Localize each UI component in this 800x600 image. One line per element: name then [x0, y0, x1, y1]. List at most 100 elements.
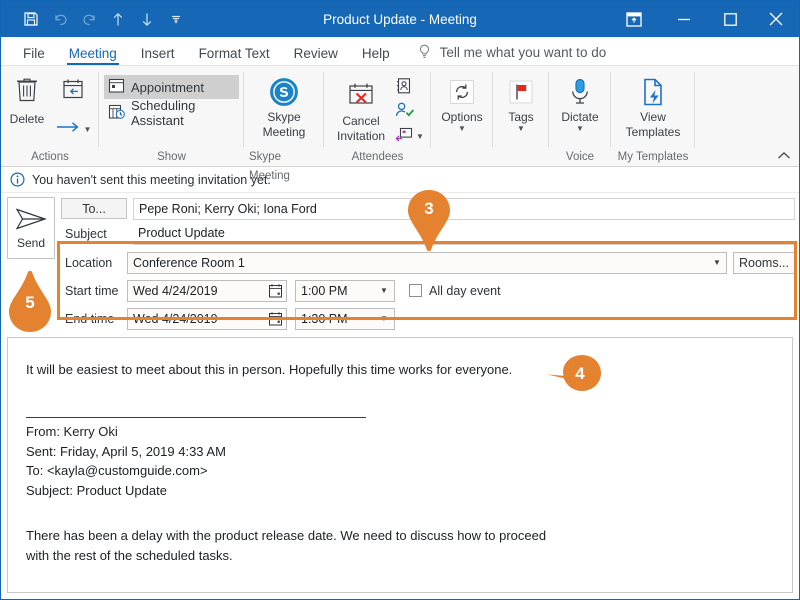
skype-meeting-label-line2: Meeting	[262, 125, 306, 139]
cancel-invitation-icon	[345, 79, 377, 113]
title-bar: Product Update - Meeting	[1, 1, 799, 37]
next-item-icon[interactable]	[134, 6, 160, 32]
check-names-icon	[395, 101, 415, 124]
maximize-icon[interactable]	[707, 1, 753, 37]
start-time-input[interactable]: 1:00 PM ▼	[295, 279, 395, 302]
quoted-to: To: <kayla@customguide.com>	[26, 463, 208, 478]
check-names-button[interactable]	[395, 101, 424, 123]
skype-meeting-button[interactable]: Skype Meeting	[255, 71, 313, 139]
all-day-event-row[interactable]: All day event	[409, 284, 501, 298]
subject-label: Subject	[65, 226, 107, 241]
end-time-label: End time	[65, 311, 115, 326]
calendar-picker-icon[interactable]	[268, 283, 283, 302]
ribbon-group-actions: Delete ▼ Actions	[1, 66, 99, 167]
options-dropdown-icon[interactable]: ▼	[458, 125, 466, 133]
quoted-line-1: There has been a delay with the product …	[26, 528, 547, 543]
delete-button[interactable]: Delete	[4, 75, 50, 126]
location-row: Location Conference Room 1 ▼ Rooms...	[61, 251, 795, 274]
ribbon-group-options: Options ▼	[431, 66, 493, 167]
all-day-event-label: All day event	[429, 283, 501, 298]
message-body[interactable]: It will be easiest to meet about this in…	[7, 337, 793, 593]
outlook-meeting-window: Product Update - Meeting File Meeting In…	[0, 0, 800, 600]
delete-label: Delete	[9, 112, 45, 126]
view-templates-icon	[639, 75, 667, 109]
callout-3: 3	[405, 189, 453, 251]
redo-icon[interactable]	[76, 6, 102, 32]
ribbon-group-my-templates: View Templates My Templates	[611, 66, 695, 167]
tags-label: Tags	[508, 110, 534, 124]
start-time-label: Start time	[65, 283, 119, 298]
tab-meeting[interactable]: Meeting	[57, 46, 129, 66]
response-options-button[interactable]: ▼	[395, 125, 424, 147]
save-icon[interactable]	[18, 6, 44, 32]
tell-me-search[interactable]: Tell me what you want to do	[402, 44, 606, 65]
response-options-dropdown-icon[interactable]: ▼	[416, 132, 424, 141]
dictate-dropdown-icon[interactable]: ▼	[576, 125, 584, 133]
start-time-dropdown-icon[interactable]: ▼	[374, 281, 394, 301]
ribbon-group-tags: Tags ▼	[493, 66, 549, 167]
start-time-value: 1:00 PM	[301, 283, 348, 298]
tab-format-text[interactable]: Format Text	[187, 46, 282, 66]
start-date-value: Wed 4/24/2019	[133, 283, 218, 298]
rooms-button[interactable]: Rooms...	[733, 251, 795, 274]
to-button[interactable]: To...	[61, 198, 127, 219]
tab-review[interactable]: Review	[282, 46, 350, 66]
ribbon-display-options-icon[interactable]	[607, 1, 661, 37]
arrow-right-icon[interactable]	[55, 120, 81, 138]
skype-icon	[268, 75, 300, 109]
view-templates-button[interactable]: View Templates	[615, 71, 691, 139]
send-button[interactable]: Send	[7, 197, 55, 259]
end-time-value: 1:30 PM	[301, 311, 348, 326]
address-book-icon	[395, 77, 412, 100]
to-input[interactable]: Pepe Roni; Kerry Oki; Iona Ford	[133, 197, 795, 220]
scheduling-assistant-icon	[108, 103, 125, 123]
tags-dropdown-icon[interactable]: ▼	[517, 125, 525, 133]
calendar-forward-icon[interactable]	[59, 77, 87, 108]
address-book-button[interactable]	[395, 77, 424, 99]
end-date-value: Wed 4/24/2019	[133, 311, 218, 326]
show-appointment-button[interactable]: Appointment	[104, 75, 239, 99]
tab-file[interactable]: File	[11, 46, 57, 66]
previous-item-icon[interactable]	[105, 6, 131, 32]
callout-3-number: 3	[424, 199, 434, 218]
end-calendar-picker-icon[interactable]	[268, 311, 283, 330]
show-scheduling-assistant-button[interactable]: Scheduling Assistant	[104, 98, 239, 128]
minimize-icon[interactable]	[661, 1, 707, 37]
subject-input[interactable]: Product Update	[133, 222, 795, 245]
message-intro: It will be easiest to meet about this in…	[26, 362, 513, 377]
dictate-button[interactable]: Dictate ▼	[551, 71, 609, 133]
info-icon	[10, 172, 25, 187]
customize-quick-access-icon[interactable]	[163, 6, 189, 32]
options-button[interactable]: Options ▼	[433, 71, 491, 133]
tags-button[interactable]: Tags ▼	[492, 71, 550, 133]
end-date-input[interactable]: Wed 4/24/2019	[127, 307, 287, 330]
quoted-subject: Subject: Product Update	[26, 482, 167, 498]
info-bar: You haven't sent this meeting invitation…	[1, 167, 799, 193]
forward-dropdown-icon[interactable]: ▼	[84, 125, 92, 134]
quoted-line-2: with the rest of the scheduled tasks.	[26, 547, 233, 563]
quick-access-toolbar	[1, 6, 189, 32]
options-refresh-icon	[447, 75, 477, 109]
skype-meeting-label-line1: Skype	[267, 110, 301, 124]
all-day-event-checkbox[interactable]	[409, 284, 422, 297]
location-dropdown-icon[interactable]: ▼	[708, 253, 726, 273]
callout-5-number: 5	[25, 293, 35, 312]
group-label-actions: Actions	[31, 151, 69, 163]
group-label-voice: Voice	[565, 151, 595, 163]
callout-4: 4	[546, 353, 604, 397]
tab-insert[interactable]: Insert	[129, 46, 187, 66]
lightbulb-icon	[418, 44, 431, 60]
callout-4-number: 4	[575, 364, 585, 383]
close-icon[interactable]	[753, 1, 799, 37]
end-time-dropdown-icon[interactable]: ▼	[374, 309, 394, 329]
tab-help[interactable]: Help	[350, 46, 402, 66]
collapse-ribbon-button[interactable]	[777, 151, 791, 164]
cancel-invitation-button[interactable]: Cancel Invitation	[331, 75, 391, 143]
quoted-separator	[26, 417, 366, 418]
end-time-input[interactable]: 1:30 PM ▼	[295, 307, 395, 330]
undo-icon[interactable]	[47, 6, 73, 32]
location-label: Location	[65, 255, 113, 270]
ribbon-tab-bar: File Meeting Insert Format Text Review H…	[1, 37, 799, 66]
location-input[interactable]: Conference Room 1 ▼	[127, 251, 727, 274]
start-date-input[interactable]: Wed 4/24/2019	[127, 279, 287, 302]
